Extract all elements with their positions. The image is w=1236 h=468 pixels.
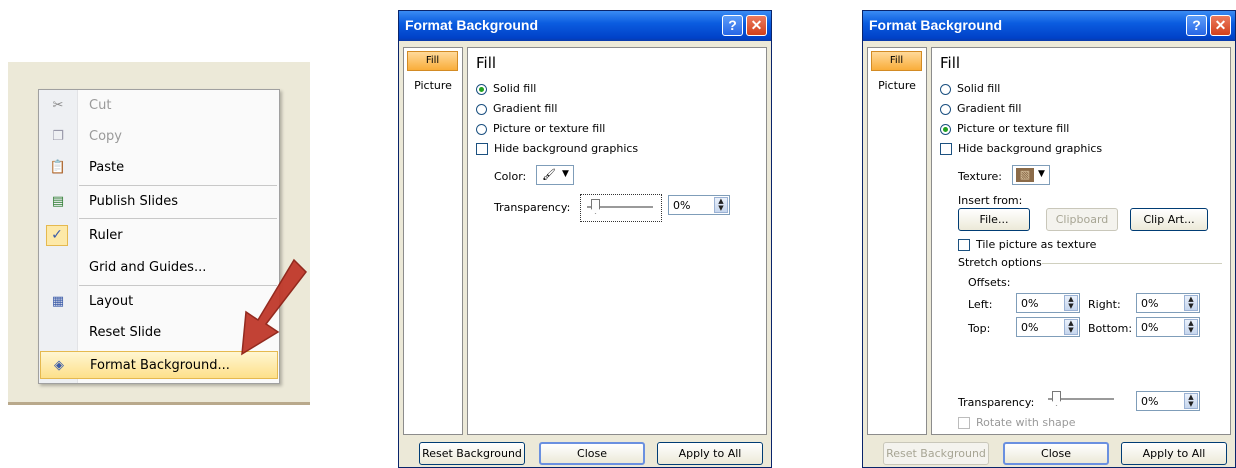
hide-background-option[interactable]: Hide background graphics	[940, 142, 1102, 155]
copy-icon: ❐	[52, 129, 64, 144]
menu-item-publish-slides[interactable]: ▤ Publish Slides	[39, 188, 279, 216]
color-picker-button[interactable]: 🖌 ▼	[536, 165, 574, 185]
gradient-fill-option[interactable]: Gradient fill	[476, 102, 557, 115]
insert-from-label: Insert from:	[958, 194, 1023, 207]
reset-background-button[interactable]: Reset Background	[419, 442, 525, 465]
nav-item-fill[interactable]: Fill	[871, 51, 922, 71]
transparency-spinner[interactable]: 0% ▲ ▼	[668, 195, 730, 215]
close-window-button[interactable]: ✕	[1210, 15, 1231, 36]
section-heading: Fill	[940, 54, 961, 72]
slider-thumb[interactable]	[591, 199, 600, 214]
nav-item-picture[interactable]: Picture	[404, 79, 462, 92]
slider-thumb[interactable]	[1052, 391, 1061, 406]
spinner-arrows-icon[interactable]: ▲ ▼	[1064, 319, 1078, 335]
group-divider	[1042, 263, 1222, 264]
help-button[interactable]: ?	[722, 15, 743, 36]
transparency-label: Transparency:	[958, 396, 1035, 409]
reset-background-button[interactable]: Reset Background	[883, 442, 989, 465]
clipboard-icon: 📋	[49, 160, 67, 175]
section-heading: Fill	[476, 54, 497, 72]
left-offset-spinner[interactable]: 0% ▲ ▼	[1016, 293, 1080, 313]
format-background-dialog-picture: Format Background ? ✕ Fill Picture Fill …	[862, 10, 1236, 468]
spinner-arrows-icon[interactable]: ▲ ▼	[1184, 393, 1198, 409]
format-background-dialog-solid: Format Background ? ✕ Fill Picture Fill …	[398, 10, 772, 468]
hide-background-option[interactable]: Hide background graphics	[476, 142, 638, 155]
transparency-spinner[interactable]: 0% ▲ ▼	[1136, 391, 1200, 411]
solid-fill-option[interactable]: Solid fill	[476, 82, 536, 95]
apply-to-all-button[interactable]: Apply to All	[1121, 442, 1227, 465]
dialog-title: Format Background	[405, 17, 539, 33]
menu-separator	[79, 218, 277, 219]
checkmark-icon: ✓	[46, 225, 68, 246]
category-nav: Fill Picture	[867, 47, 927, 435]
right-offset-spinner[interactable]: 0% ▲ ▼	[1136, 293, 1200, 313]
bottom-offset-spinner[interactable]: 0% ▲ ▼	[1136, 317, 1200, 337]
close-button[interactable]: Close	[539, 442, 645, 465]
right-label: Right:	[1088, 298, 1121, 311]
menu-item-paste[interactable]: 📋 Paste	[39, 154, 279, 182]
color-label: Color:	[494, 170, 527, 183]
spinner-arrows-icon[interactable]: ▲ ▼	[1064, 295, 1078, 311]
tile-checkbox[interactable]	[958, 239, 970, 251]
bottom-label: Bottom:	[1088, 322, 1133, 335]
chevron-down-icon: ▼	[562, 169, 569, 179]
left-label: Left:	[968, 298, 993, 311]
spinner-arrows-icon[interactable]: ▲ ▼	[1184, 295, 1198, 311]
fill-panel: Fill Solid fill Gradient fill Picture or…	[467, 47, 767, 435]
paint-bucket-icon: ◈	[54, 358, 64, 373]
nav-item-fill[interactable]: Fill	[407, 51, 458, 71]
texture-picker-button[interactable]: ▧ ▼	[1012, 165, 1050, 185]
fill-panel: Fill Solid fill Gradient fill Picture or…	[931, 47, 1231, 435]
top-offset-spinner[interactable]: 0% ▲ ▼	[1016, 317, 1080, 337]
paint-bucket-icon: 🖌	[542, 168, 556, 181]
picture-fill-radio[interactable]	[476, 123, 487, 135]
title-bar: Format Background ? ✕	[863, 11, 1235, 41]
close-button[interactable]: Close	[1003, 442, 1109, 465]
solid-fill-radio[interactable]	[940, 83, 951, 95]
solid-fill-option[interactable]: Solid fill	[940, 82, 1000, 95]
menu-item-ruler[interactable]: ✓ Ruler	[39, 222, 279, 250]
transparency-slider[interactable]	[580, 194, 662, 222]
clip-art-button[interactable]: Clip Art...	[1130, 208, 1208, 231]
menu-item-copy[interactable]: ❐ Copy	[39, 123, 279, 151]
picture-fill-option[interactable]: Picture or texture fill	[940, 122, 1069, 135]
picture-fill-radio[interactable]	[940, 123, 951, 135]
scissors-icon: ✂	[52, 98, 64, 113]
hide-background-checkbox[interactable]	[940, 143, 952, 155]
clipboard-button[interactable]: Clipboard	[1046, 208, 1118, 231]
menu-separator	[79, 185, 277, 186]
hide-background-checkbox[interactable]	[476, 143, 488, 155]
chevron-down-icon: ▼	[1038, 169, 1045, 179]
file-button[interactable]: File...	[958, 208, 1030, 231]
top-label: Top:	[968, 322, 991, 335]
transparency-slider[interactable]	[1042, 390, 1122, 410]
offsets-label: Offsets:	[968, 276, 1011, 289]
gradient-fill-radio[interactable]	[476, 103, 487, 115]
picture-fill-option[interactable]: Picture or texture fill	[476, 122, 605, 135]
layout-icon: ▦	[51, 294, 65, 309]
gradient-fill-radio[interactable]	[940, 103, 951, 115]
texture-label: Texture:	[958, 170, 1002, 183]
rotate-option[interactable]: Rotate with shape	[958, 416, 1076, 429]
spinner-arrows-icon[interactable]: ▲ ▼	[1184, 319, 1198, 335]
spinner-arrows-icon[interactable]: ▲ ▼	[714, 197, 728, 213]
tile-option[interactable]: Tile picture as texture	[958, 238, 1096, 251]
rotate-checkbox[interactable]	[958, 417, 970, 429]
close-window-button[interactable]: ✕	[746, 15, 767, 36]
publish-slides-icon: ▤	[51, 194, 65, 209]
transparency-label: Transparency:	[494, 201, 571, 214]
title-bar: Format Background ? ✕	[399, 11, 771, 41]
texture-swatch-icon: ▧	[1016, 168, 1034, 182]
gradient-fill-option[interactable]: Gradient fill	[940, 102, 1021, 115]
category-nav: Fill Picture	[403, 47, 463, 435]
help-button[interactable]: ?	[1186, 15, 1207, 36]
solid-fill-radio[interactable]	[476, 83, 487, 95]
stretch-options-label: Stretch options	[958, 256, 1042, 269]
apply-to-all-button[interactable]: Apply to All	[657, 442, 763, 465]
nav-item-picture[interactable]: Picture	[868, 79, 926, 92]
red-arrow-icon	[241, 258, 307, 356]
menu-item-cut[interactable]: ✂ Cut	[39, 92, 279, 120]
dialog-title: Format Background	[869, 17, 1003, 33]
